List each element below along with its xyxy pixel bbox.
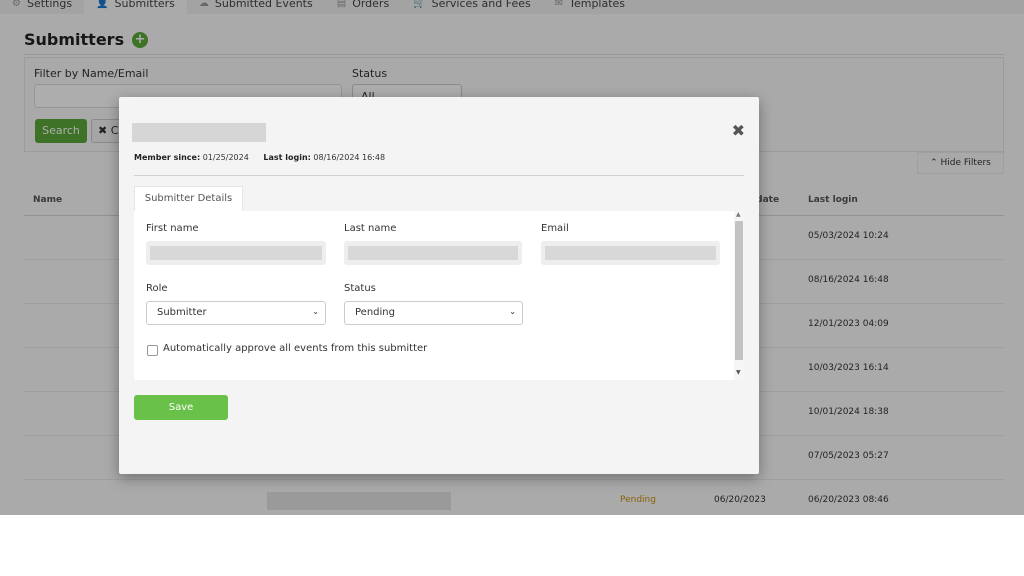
tab-submitter-details[interactable]: Submitter Details: [134, 186, 243, 212]
email-field[interactable]: [541, 241, 720, 265]
divider: [134, 175, 744, 176]
email-label: Email: [541, 223, 569, 234]
last-name-field[interactable]: [344, 241, 522, 265]
last-login-value: 08/16/2024 16:48: [313, 153, 386, 162]
redacted-value: [348, 246, 518, 260]
role-value: Submitter: [157, 307, 207, 318]
auto-approve-label[interactable]: Automatically approve all events from th…: [163, 343, 427, 354]
close-icon[interactable]: ✖: [732, 121, 745, 140]
panel-scrollbar[interactable]: ▲ ▼: [734, 211, 744, 380]
scroll-down-icon[interactable]: ▼: [736, 369, 741, 376]
auto-approve-checkbox[interactable]: [147, 345, 158, 356]
submitter-details-panel: First name Last name Email Role Submitte…: [134, 211, 744, 380]
chevron-down-icon: ⌄: [509, 307, 516, 316]
status-value: Pending: [355, 307, 395, 318]
status-label: Status: [344, 283, 376, 294]
redacted-value: [545, 246, 716, 260]
role-select[interactable]: Submitter ⌄: [146, 301, 326, 325]
first-name-label: First name: [146, 223, 199, 234]
scroll-up-icon[interactable]: ▲: [736, 211, 741, 218]
last-name-label: Last name: [344, 223, 397, 234]
save-button[interactable]: Save: [134, 395, 228, 420]
last-login-label: Last login:: [263, 153, 311, 162]
member-since-value: 01/25/2024: [202, 153, 249, 162]
submitter-modal: ✖ Member since: 01/25/2024 Last login: 0…: [119, 97, 759, 474]
role-label: Role: [146, 283, 168, 294]
redacted-value: [150, 246, 322, 260]
redacted-submitter-name: [132, 123, 266, 142]
first-name-field[interactable]: [146, 241, 326, 265]
member-since-label: Member since:: [134, 153, 201, 162]
chevron-down-icon: ⌄: [312, 307, 319, 316]
scrollbar-thumb[interactable]: [735, 221, 743, 360]
status-select[interactable]: Pending ⌄: [344, 301, 523, 325]
app-viewport: ⚙ Settings 👤 Submitters ☁ Submitted Even…: [0, 0, 1024, 515]
member-meta: Member since: 01/25/2024 Last login: 08/…: [134, 153, 385, 162]
